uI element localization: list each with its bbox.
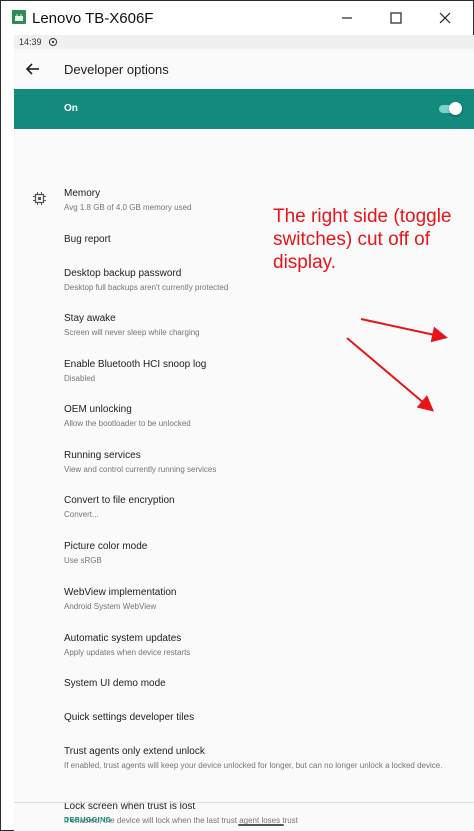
maximize-button[interactable]: [383, 5, 409, 31]
sync-status-icon: [48, 37, 58, 47]
setting-subtitle: If enabled, trust agents will keep your …: [64, 761, 443, 770]
close-button[interactable]: [432, 5, 458, 31]
setting-title: Quick settings developer tiles: [64, 712, 195, 723]
setting-title: Convert to file encryption: [64, 495, 175, 506]
setting-title: Automatic system updates: [64, 633, 182, 644]
setting-title: Enable Bluetooth HCI snoop log: [64, 359, 207, 370]
developer-options-master-switch-bar[interactable]: On: [14, 89, 474, 129]
setting-subtitle: Desktop full backups aren't currently pr…: [64, 283, 229, 292]
setting-subtitle: Android System WebView: [64, 602, 157, 611]
setting-title: Running services: [64, 450, 141, 461]
status-time: 14:39: [19, 37, 42, 47]
setting-subtitle: Allow the bootloader to be unlocked: [64, 419, 191, 428]
window-titlebar: Lenovo TB-X606F: [1, 1, 473, 35]
setting-title: Trust agents only extend unlock: [64, 746, 205, 757]
setting-subtitle: Disabled: [64, 374, 96, 383]
minimize-button[interactable]: [334, 5, 360, 31]
minimize-icon: [342, 17, 352, 19]
setting-subtitle: View and control currently running servi…: [64, 465, 217, 474]
setting-subtitle: Use sRGB: [64, 556, 102, 565]
master-switch-label: On: [64, 103, 78, 114]
setting-title: Desktop backup password: [64, 268, 182, 279]
setting-subtitle: Apply updates when device restarts: [64, 648, 191, 657]
setting-title: Stay awake: [64, 313, 116, 324]
page-title: Developer options: [64, 62, 169, 77]
section-header-debugging: DEBUGGING: [64, 817, 112, 824]
window-title: Lenovo TB-X606F: [32, 10, 154, 27]
device-screen: 14:39 Developer options On Memory Avg 1.…: [14, 35, 474, 831]
back-arrow-icon[interactable]: [24, 60, 42, 78]
close-icon: [439, 12, 451, 24]
setting-subtitle: Screen will never sleep while charging: [64, 328, 200, 337]
maximize-icon: [390, 12, 402, 24]
status-bar: 14:39: [14, 35, 474, 49]
android-app-icon: [12, 10, 26, 24]
app-bar: Developer options: [14, 49, 474, 89]
emulator-window: Lenovo TB-X606F 14:39 Developer options: [0, 0, 474, 831]
setting-title: System UI demo mode: [64, 678, 166, 689]
setting-title: Picture color mode: [64, 541, 148, 552]
setting-title: OEM unlocking: [64, 404, 132, 415]
toggle-thumb: [449, 102, 462, 115]
setting-title: Bug report: [64, 234, 111, 245]
master-toggle-switch[interactable]: [439, 102, 462, 116]
setting-title: WebView implementation: [64, 587, 177, 598]
section-divider: [14, 802, 474, 803]
setting-subtitle: Convert...: [64, 510, 99, 519]
setting-title: Memory: [64, 188, 101, 199]
memory-chip-icon: [33, 192, 46, 205]
annotation-note: The right side (toggle switches) cut off…: [273, 206, 452, 273]
navigation-handle[interactable]: [238, 824, 284, 826]
